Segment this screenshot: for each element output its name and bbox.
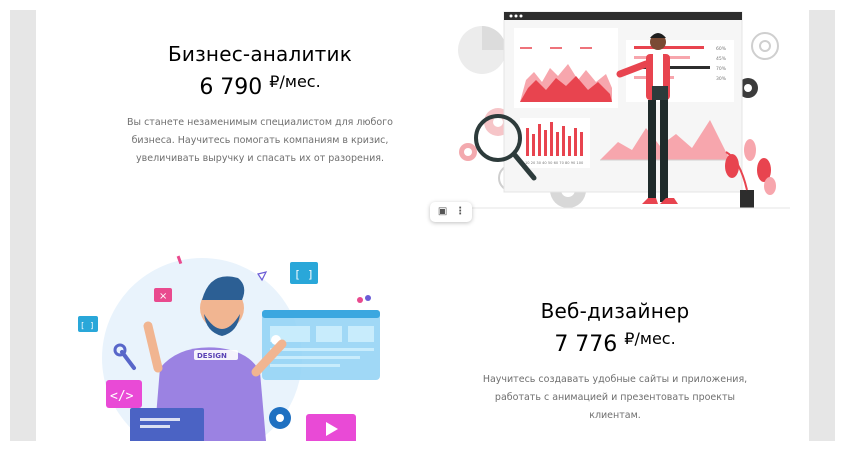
legend-value: 60% bbox=[716, 46, 727, 52]
svg-text:[ ]: [ ] bbox=[80, 321, 94, 330]
gear-decoration-top-right bbox=[751, 32, 779, 60]
price-unit: ₽/мес. bbox=[624, 329, 676, 348]
course-price: 6 790 ₽/мес. bbox=[110, 72, 410, 100]
course-description: Научитесь создавать удобные сайты и прил… bbox=[475, 371, 755, 425]
description-line: работать с анимацией и презентовать прое… bbox=[494, 392, 736, 403]
price-value: 6 790 bbox=[199, 75, 263, 100]
course-description: Вы станете незаменимым специалистом для … bbox=[110, 114, 410, 168]
course-card-business-analyst: Бизнес-аналитик 6 790 ₽/мес. Вы станете … bbox=[110, 42, 410, 168]
course-price: 7 776 ₽/мес. bbox=[475, 329, 755, 357]
description-line: Вы станете незаменимым специалистом для … bbox=[127, 117, 393, 128]
course-card-web-designer: Веб-дизайнер 7 776 ₽/мес. Научитесь созд… bbox=[475, 299, 755, 425]
bar-chart-ticks: 10 20 30 40 50 60 70 80 90 100 bbox=[525, 161, 584, 165]
description-line: клиентам. bbox=[589, 410, 641, 421]
legend-value: 70% bbox=[716, 66, 727, 72]
description-line: увеличивать выручку и спасать их от разо… bbox=[136, 153, 384, 164]
business-analyst-illustration: 60% 45% 70% 30% 10 20 30 40 50 60 70 80 … bbox=[420, 10, 800, 222]
legend-value: 30% bbox=[716, 76, 727, 82]
right-gutter bbox=[809, 10, 835, 441]
laptop-screen bbox=[130, 408, 204, 441]
image-toolbar: ▣ ⋮ bbox=[430, 202, 472, 222]
description-line: бизнеса. Научитесь помогать компаниям в … bbox=[131, 135, 389, 146]
course-title: Веб-дизайнер bbox=[540, 299, 690, 323]
analyst-illustration-svg: 60% 45% 70% 30% 10 20 30 40 50 60 70 80 … bbox=[430, 11, 790, 209]
board-top-bar bbox=[504, 12, 742, 20]
price-unit: ₽/мес. bbox=[269, 72, 321, 91]
legend-value: 45% bbox=[716, 56, 727, 62]
web-designer-illustration: [ ] [ ] × DESIGN </> bbox=[70, 248, 390, 441]
svg-text:[ ]: [ ] bbox=[294, 268, 314, 281]
price-value: 7 776 bbox=[554, 332, 618, 357]
camera-icon[interactable]: ▣ bbox=[438, 207, 447, 217]
svg-text:×: × bbox=[159, 291, 167, 302]
more-vertical-icon[interactable]: ⋮ bbox=[455, 207, 465, 217]
pie-slice-decoration bbox=[482, 26, 506, 50]
course-title: Бизнес-аналитик bbox=[167, 42, 353, 66]
left-gutter bbox=[10, 10, 36, 441]
description-line: Научитесь создавать удобные сайты и прил… bbox=[482, 374, 748, 385]
svg-text:</>: </> bbox=[110, 389, 134, 404]
shirt-text: DESIGN bbox=[197, 352, 227, 360]
designer-illustration-svg: [ ] [ ] × DESIGN </> bbox=[78, 255, 380, 441]
